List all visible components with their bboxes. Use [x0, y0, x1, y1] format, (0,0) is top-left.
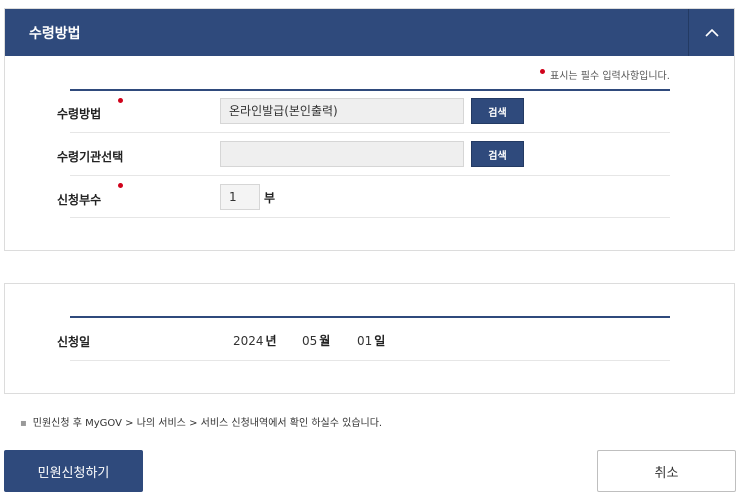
- required-dot-icon: [540, 69, 545, 74]
- notice-text: ▪ 민원신청 후 MyGOV > 나의 서비스 > 서비스 신청내역에서 확인 하…: [20, 418, 383, 429]
- bullet-icon: ▪: [20, 418, 27, 429]
- agency-field[interactable]: [220, 141, 464, 167]
- date-year: 2024 년: [233, 334, 277, 348]
- table-top-border: [70, 316, 670, 318]
- application-date-panel: 신청일 2024 년 05 월 01 일: [4, 283, 735, 394]
- row-divider: [70, 217, 670, 218]
- required-dot-icon: [118, 183, 123, 188]
- panel-header: 수령방법: [5, 9, 734, 56]
- copies-unit: 부: [264, 191, 276, 205]
- row-divider: [70, 132, 670, 133]
- method-label: 수령방법: [57, 107, 102, 121]
- row-divider: [70, 360, 670, 361]
- chevron-up-icon: [704, 28, 719, 37]
- receipt-method-panel: 수령방법 표시는 필수 입력사항입니다. 수령방법 온라인발급(본인출력) 검색…: [4, 8, 735, 251]
- agency-search-button[interactable]: 검색: [471, 141, 524, 167]
- copies-label: 신청부수: [57, 193, 102, 207]
- row-divider: [70, 175, 670, 176]
- table-top-border: [70, 89, 670, 91]
- copies-input[interactable]: 1: [220, 184, 260, 210]
- submit-button[interactable]: 민원신청하기: [4, 450, 143, 492]
- agency-label: 수령기관선택: [57, 150, 124, 164]
- required-dot-icon: [118, 98, 123, 103]
- date-label: 신청일: [57, 335, 91, 349]
- method-field[interactable]: 온라인발급(본인출력): [220, 98, 464, 124]
- date-month: 05 월: [302, 334, 331, 348]
- required-note: 표시는 필수 입력사항입니다.: [540, 67, 670, 82]
- cancel-button[interactable]: 취소: [597, 450, 736, 492]
- method-search-button[interactable]: 검색: [471, 98, 524, 124]
- date-day: 01 일: [357, 334, 386, 348]
- collapse-button[interactable]: [688, 9, 734, 56]
- panel-title: 수령방법: [29, 26, 81, 42]
